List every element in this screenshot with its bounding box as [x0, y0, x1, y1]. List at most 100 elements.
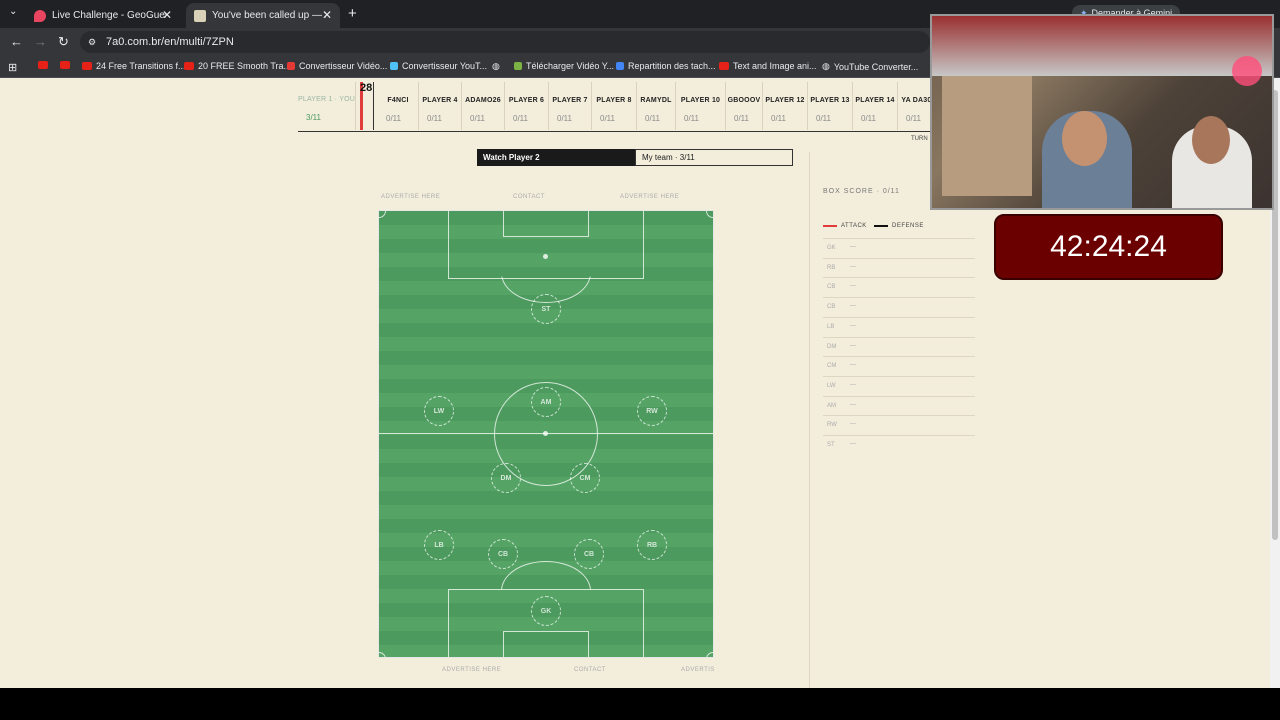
url-input[interactable]: ⚙ 7a0.com.br/en/multi/7ZPN	[80, 31, 930, 53]
site-favicon-icon	[194, 9, 206, 22]
legend-attack: ATTACK	[823, 223, 867, 229]
goal-box-bottom	[503, 631, 589, 657]
bookmark-item[interactable]: Convertisseur YouT...	[390, 61, 487, 71]
site-info-icon[interactable]: ⚙	[88, 37, 96, 48]
globe-bookmark-icon[interactable]: ◍	[492, 61, 500, 72]
wall-frames	[942, 76, 1032, 196]
player-score: 0/11	[816, 114, 831, 123]
legend-defense-label: DEFENSE	[892, 223, 924, 229]
position-gk[interactable]: GK	[531, 596, 561, 626]
advertise-link[interactable]: ADVERTISE HERE	[381, 194, 440, 200]
position-am[interactable]: AM	[531, 387, 561, 417]
player-card[interactable]: PLAYER 12 0/11	[763, 82, 808, 130]
contact-link[interactable]: CONTACT	[513, 194, 545, 200]
forward-icon[interactable]: →	[34, 34, 47, 49]
player-name: PLAYER 10	[680, 97, 721, 104]
close-icon[interactable]: ✕	[322, 8, 332, 22]
box-score-position: ST	[827, 442, 835, 448]
player-card[interactable]: PLAYER 10 0/11	[676, 82, 726, 130]
apps-icon[interactable]: ⊞	[8, 61, 17, 74]
box-score-value: —	[850, 263, 856, 270]
position-lw[interactable]: LW	[424, 396, 454, 426]
attack-swatch	[823, 225, 837, 227]
close-icon[interactable]: ✕	[162, 8, 172, 22]
tab-7a0[interactable]: You've been called up — 16-tea ✕	[186, 3, 340, 28]
box-score-position: CM	[827, 363, 837, 370]
bookmark-item[interactable]: Text and Image ani...	[719, 61, 817, 71]
youtube-bookmark-icon[interactable]	[38, 61, 52, 69]
position-cm[interactable]: CM	[570, 463, 600, 493]
advertise-link[interactable]: ADVERTISE HERE	[442, 667, 501, 673]
youtube-bookmark-icon[interactable]	[60, 61, 74, 69]
box-score-position: LB	[827, 323, 835, 330]
new-tab-button[interactable]: +	[348, 5, 357, 22]
player-name: PLAYER 4	[422, 97, 458, 104]
defense-swatch	[874, 225, 888, 227]
bookmark-item[interactable]: Repartition des tach...	[616, 61, 716, 71]
player-card[interactable]: PLAYER 8 0/11	[592, 82, 637, 130]
player-card[interactable]: PLAYER 6 0/11	[505, 82, 549, 130]
player-score: 0/11	[600, 114, 615, 123]
box-score-value: —	[850, 401, 856, 408]
player-name: PLAYER 12	[765, 97, 805, 104]
player-card[interactable]: GBOOOV 0/11	[726, 82, 763, 130]
position-rb[interactable]: RB	[637, 530, 667, 560]
position-st[interactable]: ST	[531, 294, 561, 324]
advertise-link-cut[interactable]: ADVERTIS	[681, 667, 715, 673]
player-card-self[interactable]: PLAYER 1 · YOU 3/11	[298, 82, 356, 130]
position-rw[interactable]: RW	[637, 396, 667, 426]
box-score-row: LW —	[823, 375, 975, 396]
advertise-link[interactable]: ADVERTISE HERE	[620, 194, 679, 200]
player-card[interactable]: F4NCI 0/11	[378, 82, 419, 130]
player-name: PLAYER 13	[810, 97, 850, 104]
bottom-bar	[0, 688, 1280, 720]
player-card[interactable]: PLAYER 14 0/11	[853, 82, 898, 130]
box-score-value: —	[850, 362, 856, 369]
box-score-position: RB	[827, 264, 836, 271]
player-name: PLAYER 6	[508, 97, 545, 104]
box-score-position: CB	[827, 304, 836, 311]
streamer-left-head	[1062, 111, 1107, 166]
player-score: 0/11	[645, 114, 660, 123]
watch-player-button[interactable]: Watch Player 2	[477, 149, 635, 166]
player-score: 0/11	[557, 114, 572, 123]
tab-search-icon[interactable]: ⌄	[9, 6, 17, 17]
corner-arc	[706, 211, 713, 218]
turn-label: TURN	[911, 136, 928, 142]
bookmark-item[interactable]: 20 FREE Smooth Tra...	[184, 61, 291, 71]
box-score-row: LB —	[823, 316, 975, 337]
my-team-tab[interactable]: My team · 3/11	[635, 149, 793, 166]
player-score: 0/11	[734, 114, 749, 123]
player-score: 0/11	[513, 114, 528, 123]
box-score-value: —	[850, 441, 856, 447]
player-card[interactable]: PLAYER 13 0/11	[808, 82, 853, 130]
box-score-value: —	[850, 421, 856, 428]
back-icon[interactable]: ←	[10, 34, 23, 49]
player-card[interactable]: RAMYDL 0/11	[637, 82, 676, 130]
position-lb[interactable]: LB	[424, 530, 454, 560]
position-cb-right[interactable]: CB	[574, 539, 604, 569]
box-score-row: ST —	[823, 435, 975, 455]
bookmark-item[interactable]: ◍ YouTube Converter...	[822, 61, 918, 72]
player-card[interactable]: PLAYER 7 0/11	[549, 82, 592, 130]
box-score-position: AM	[827, 402, 836, 409]
player-card[interactable]: PLAYER 4 0/11	[419, 82, 462, 130]
tab-geoguessr[interactable]: Live Challenge - GeoGuessr ✕	[26, 3, 180, 28]
position-dm[interactable]: DM	[491, 463, 521, 493]
bookmark-item[interactable]: Convertisseur Vidéo...	[287, 61, 387, 71]
football-pitch: ST AM LW RW DM CM LB CB CB RB GK	[378, 210, 714, 658]
player-name: PLAYER 14	[855, 97, 895, 104]
legend-defense: DEFENSE	[874, 223, 924, 229]
neon-sign	[1232, 56, 1262, 86]
bookmark-item[interactable]: Télécharger Vidéo Y...	[514, 61, 614, 71]
player-name: F4NCI	[387, 97, 409, 104]
reload-icon[interactable]: ↻	[58, 34, 69, 50]
player-card[interactable]: ADAMO26 0/11	[462, 82, 505, 130]
contact-link[interactable]: CONTACT	[574, 667, 606, 673]
corner-arc	[706, 652, 713, 657]
player-name: PLAYER 8	[596, 97, 632, 104]
position-cb-left[interactable]: CB	[488, 539, 518, 569]
round-indicator: 28	[360, 82, 374, 130]
bookmark-item[interactable]: 24 Free Transitions f...	[82, 61, 186, 71]
box-score-position: LW	[827, 382, 836, 389]
